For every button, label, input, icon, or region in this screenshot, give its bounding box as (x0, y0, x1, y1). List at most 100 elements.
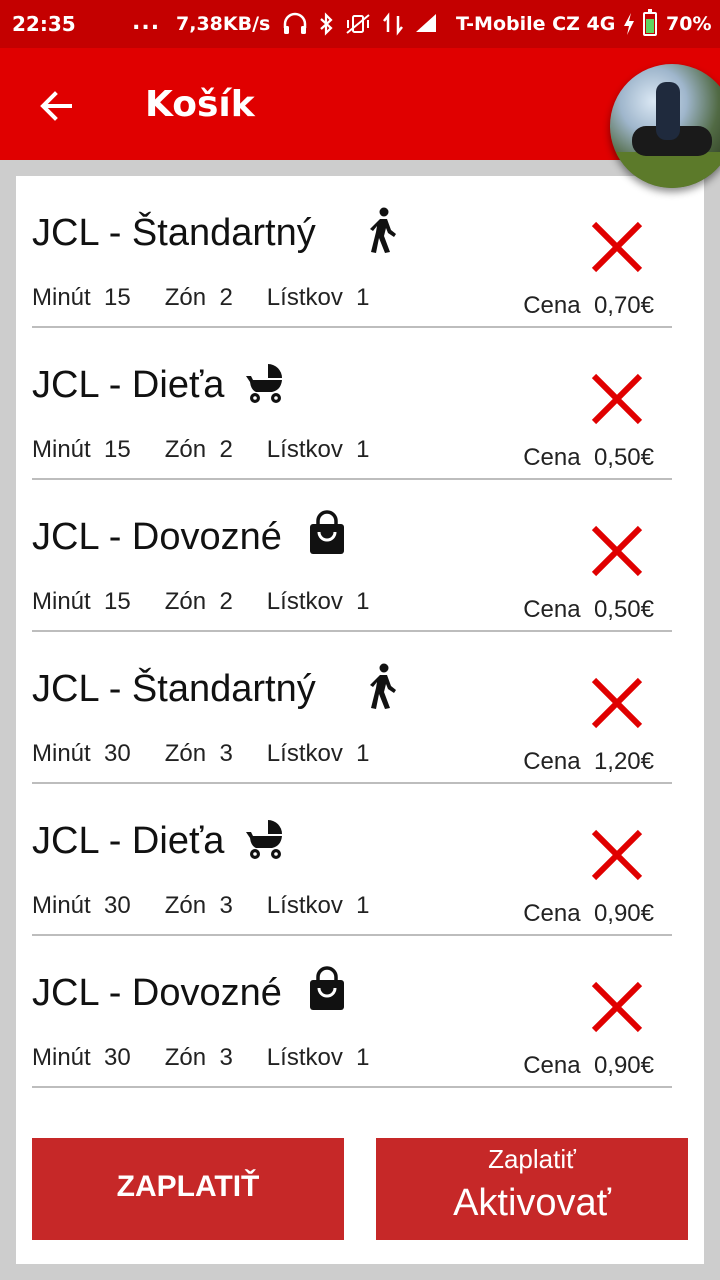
cart-item: JCL - Dieťa Minút 15 Zón 2 Lístkov 1 Cena 0,… (32, 328, 672, 480)
tickets-value: 1 (356, 892, 370, 919)
tickets-label: Lístkov (266, 284, 343, 311)
zones-value: 3 (219, 740, 233, 767)
signal-icon (416, 14, 436, 32)
tickets-label: Lístkov (266, 1044, 343, 1071)
status-bar: 22:35 ... 7,38KB/s T-Mobile CZ 4G 70% (0, 0, 720, 48)
tickets-value: 1 (356, 284, 370, 311)
bluetooth-icon (320, 12, 333, 36)
zones-label: Zón (164, 588, 207, 615)
ticket-details: Minút 30 Zón 3 Lístkov 1 (32, 1044, 370, 1072)
minutes-label: Minút (32, 740, 91, 767)
pay-activate-small-label: Zaplatiť (488, 1144, 576, 1174)
remove-x-icon[interactable] (590, 828, 644, 882)
price-label: Cena (523, 444, 581, 471)
charging-icon (624, 13, 634, 35)
pay-button-label: ZAPLATIŤ (116, 1170, 260, 1203)
zones-value: 3 (219, 892, 233, 919)
vibrate-off-icon (346, 14, 370, 34)
notification-dots: ... (132, 10, 161, 35)
zones-label: Zón (164, 1044, 207, 1071)
page-title: Košík (145, 84, 255, 125)
price-label: Cena (523, 748, 581, 775)
zones-label: Zón (164, 740, 207, 767)
ticket-details: Minút 30 Zón 3 Lístkov 1 (32, 892, 370, 920)
zones-value: 2 (219, 436, 233, 463)
price-value: 1,20€ (593, 748, 654, 775)
stroller-icon (244, 358, 286, 406)
minutes-value: 15 (104, 436, 131, 463)
user-avatar[interactable] (610, 64, 720, 188)
minutes-label: Minút (32, 892, 91, 919)
price-value: 0,50€ (593, 444, 654, 471)
price-info: Cena 1,20€ (523, 748, 654, 776)
stroller-icon (244, 814, 286, 862)
remove-x-icon[interactable] (590, 372, 644, 426)
zones-label: Zón (164, 284, 207, 311)
ticket-name: JCL - Dovozné (32, 516, 282, 558)
price-value: 0,90€ (593, 900, 654, 927)
price-info: Cena 0,90€ (523, 900, 654, 928)
minutes-value: 30 (104, 892, 131, 919)
tickets-value: 1 (356, 1044, 370, 1071)
price-info: Cena 0,50€ (523, 596, 654, 624)
remove-x-icon[interactable] (590, 980, 644, 1034)
zones-value: 3 (219, 1044, 233, 1071)
tickets-value: 1 (356, 436, 370, 463)
tickets-label: Lístkov (266, 740, 343, 767)
ticket-details: Minút 15 Zón 2 Lístkov 1 (32, 588, 370, 616)
ticket-details: Minút 30 Zón 3 Lístkov 1 (32, 740, 370, 768)
walking-person-icon (362, 662, 404, 710)
cart-item: JCL - Dieťa Minút 30 Zón 3 Lístkov 1 Cena 0,… (32, 784, 672, 936)
minutes-value: 15 (104, 284, 131, 311)
price-value: 0,50€ (593, 596, 654, 623)
data-transfer-icon (383, 12, 403, 36)
minutes-value: 30 (104, 1044, 131, 1071)
zones-label: Zón (164, 892, 207, 919)
price-value: 0,70€ (593, 292, 654, 319)
zones-value: 2 (219, 284, 233, 311)
ticket-details: Minút 15 Zón 2 Lístkov 1 (32, 436, 370, 464)
cart-item: JCL - Dovozné Minút 15 Zón 2 Lístkov 1 Cena … (32, 480, 672, 632)
walking-person-icon (362, 206, 404, 254)
battery-percent: 70% (666, 13, 712, 35)
ticket-details: Minút 15 Zón 2 Lístkov 1 (32, 284, 370, 312)
price-info: Cena 0,70€ (523, 292, 654, 320)
price-label: Cena (523, 292, 581, 319)
minutes-label: Minút (32, 436, 91, 463)
minutes-label: Minút (32, 588, 91, 615)
ticket-name: JCL - Štandartný (32, 212, 316, 254)
price-info: Cena 0,50€ (523, 444, 654, 472)
pay-and-activate-button[interactable]: Zaplatiť Aktivovať (376, 1138, 688, 1240)
shopping-bag-icon (306, 510, 348, 558)
cart-item: JCL - Štandartný Minút 30 Zón 3 Lístkov 1 Ce… (32, 632, 672, 784)
ticket-name: JCL - Dieťa (32, 820, 225, 862)
network-speed: 7,38KB/s (176, 13, 271, 35)
price-label: Cena (523, 1052, 581, 1079)
cart-item: JCL - Štandartný Minút 15 Zón 2 Lístkov 1 Ce… (32, 176, 672, 328)
tickets-label: Lístkov (266, 588, 343, 615)
ticket-name: JCL - Dieťa (32, 364, 225, 406)
remove-x-icon[interactable] (590, 524, 644, 578)
tickets-value: 1 (356, 588, 370, 615)
minutes-label: Minút (32, 284, 91, 311)
remove-x-icon[interactable] (590, 676, 644, 730)
status-icons (282, 12, 438, 36)
pay-button[interactable]: ZAPLATIŤ (32, 1138, 344, 1240)
tickets-label: Lístkov (266, 436, 343, 463)
tickets-value: 1 (356, 740, 370, 767)
tickets-label: Lístkov (266, 892, 343, 919)
headphones-icon (283, 12, 307, 34)
ticket-name: JCL - Dovozné (32, 972, 282, 1014)
back-arrow-icon[interactable] (36, 86, 76, 126)
pay-activate-big-label: Aktivovať (453, 1182, 611, 1224)
price-label: Cena (523, 596, 581, 623)
zones-value: 2 (219, 588, 233, 615)
remove-x-icon[interactable] (590, 220, 644, 274)
minutes-label: Minút (32, 1044, 91, 1071)
price-value: 0,90€ (593, 1052, 654, 1079)
price-info: Cena 0,90€ (523, 1052, 654, 1080)
shopping-bag-icon (306, 966, 348, 1014)
minutes-value: 15 (104, 588, 131, 615)
price-label: Cena (523, 900, 581, 927)
status-time: 22:35 (12, 12, 76, 36)
